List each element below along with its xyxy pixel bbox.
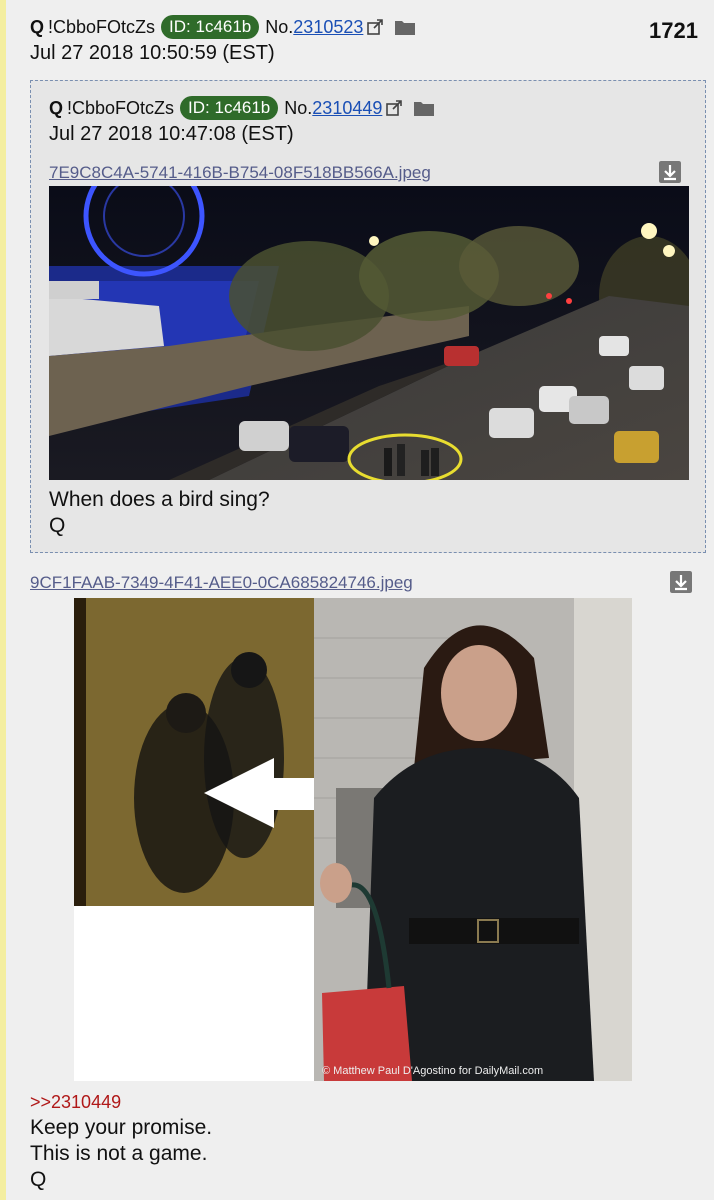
reply-reference-link[interactable]: >>2310449 xyxy=(30,1092,121,1112)
file-row: 9CF1FAAB-7349-4F41-AEE0-0CA685824746.jpe… xyxy=(30,573,413,593)
quoted-post-header: Q !CbboFOtcZs ID: 1c461b No. 2310449 Jul… xyxy=(49,95,695,149)
quoted-tripcode: !CbboFOtcZs xyxy=(67,97,175,118)
quoted-message-line: When does a bird sing? xyxy=(49,488,270,511)
folder-icon[interactable] xyxy=(394,18,416,36)
quoted-message-line: Q xyxy=(49,514,66,537)
author-name: Q xyxy=(30,16,45,37)
quoted-post: Q !CbboFOtcZs ID: 1c461b No. 2310449 Jul… xyxy=(30,80,706,553)
message-line: This is not a game. xyxy=(30,1142,208,1165)
file-link[interactable]: 9CF1FAAB-7349-4F41-AEE0-0CA685824746.jpe… xyxy=(30,573,413,592)
post-number-label: No. xyxy=(265,16,294,37)
quoted-file-link[interactable]: 7E9C8C4A-5741-416B-B754-08F518BB566A.jpe… xyxy=(49,163,431,182)
image-credit: © Matthew Paul D'Agostino for DailyMail.… xyxy=(322,1065,543,1077)
quoted-message: When does a bird sing? Q xyxy=(49,487,270,539)
download-icon[interactable] xyxy=(670,571,692,593)
post-header: Q !CbboFOtcZs ID: 1c461b No. 2310523 Jul… xyxy=(30,14,702,68)
post-number-link[interactable]: 2310523 xyxy=(293,17,363,38)
external-link-icon[interactable] xyxy=(366,18,384,36)
quoted-file-row: 7E9C8C4A-5741-416B-B754-08F518BB566A.jpe… xyxy=(49,163,431,183)
post: Q !CbboFOtcZs ID: 1c461b No. 2310523 Jul… xyxy=(0,0,714,1200)
quoted-id-badge[interactable]: ID: 1c461b xyxy=(180,96,279,120)
quoted-post-date: Jul 27 2018 10:47:08 (EST) xyxy=(49,123,294,145)
post-date: Jul 27 2018 10:50:59 (EST) xyxy=(30,42,275,64)
quoted-image-night-street[interactable] xyxy=(49,186,689,480)
quoted-download-icon[interactable] xyxy=(659,161,681,183)
message-line: Keep your promise. xyxy=(30,1116,213,1139)
quoted-external-link-icon[interactable] xyxy=(385,99,403,117)
id-badge[interactable]: ID: 1c461b xyxy=(161,15,260,39)
tripcode: !CbboFOtcZs xyxy=(48,16,156,37)
post-message: >>2310449 Keep your promise. This is not… xyxy=(30,1089,212,1193)
quoted-folder-icon[interactable] xyxy=(413,99,435,117)
message-line: Q xyxy=(30,1168,47,1191)
quoted-post-number-link[interactable]: 2310449 xyxy=(312,98,382,119)
quoted-post-number-label: No. xyxy=(284,97,313,118)
post-image-composite[interactable]: © Matthew Paul D'Agostino for DailyMail.… xyxy=(74,598,632,1081)
quoted-author-name: Q xyxy=(49,97,64,118)
post-count: 1721 xyxy=(649,18,698,43)
